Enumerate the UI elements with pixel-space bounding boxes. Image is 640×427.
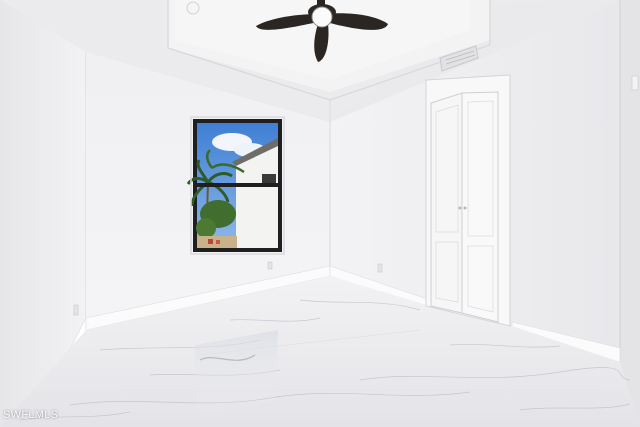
room-photo: SWFLMLS <box>0 0 640 427</box>
outlet-icon-3 <box>73 304 79 316</box>
closet-doors[interactable] <box>425 74 511 327</box>
outlet-icon-2 <box>377 263 383 273</box>
far-right-wall <box>620 0 640 427</box>
outlet-icon <box>267 261 273 270</box>
room-illustration <box>0 0 640 427</box>
smoke-detector-icon <box>186 1 200 15</box>
watermark: SWFLMLS <box>3 409 59 421</box>
window <box>186 119 282 252</box>
light-switch-icon <box>631 75 639 91</box>
